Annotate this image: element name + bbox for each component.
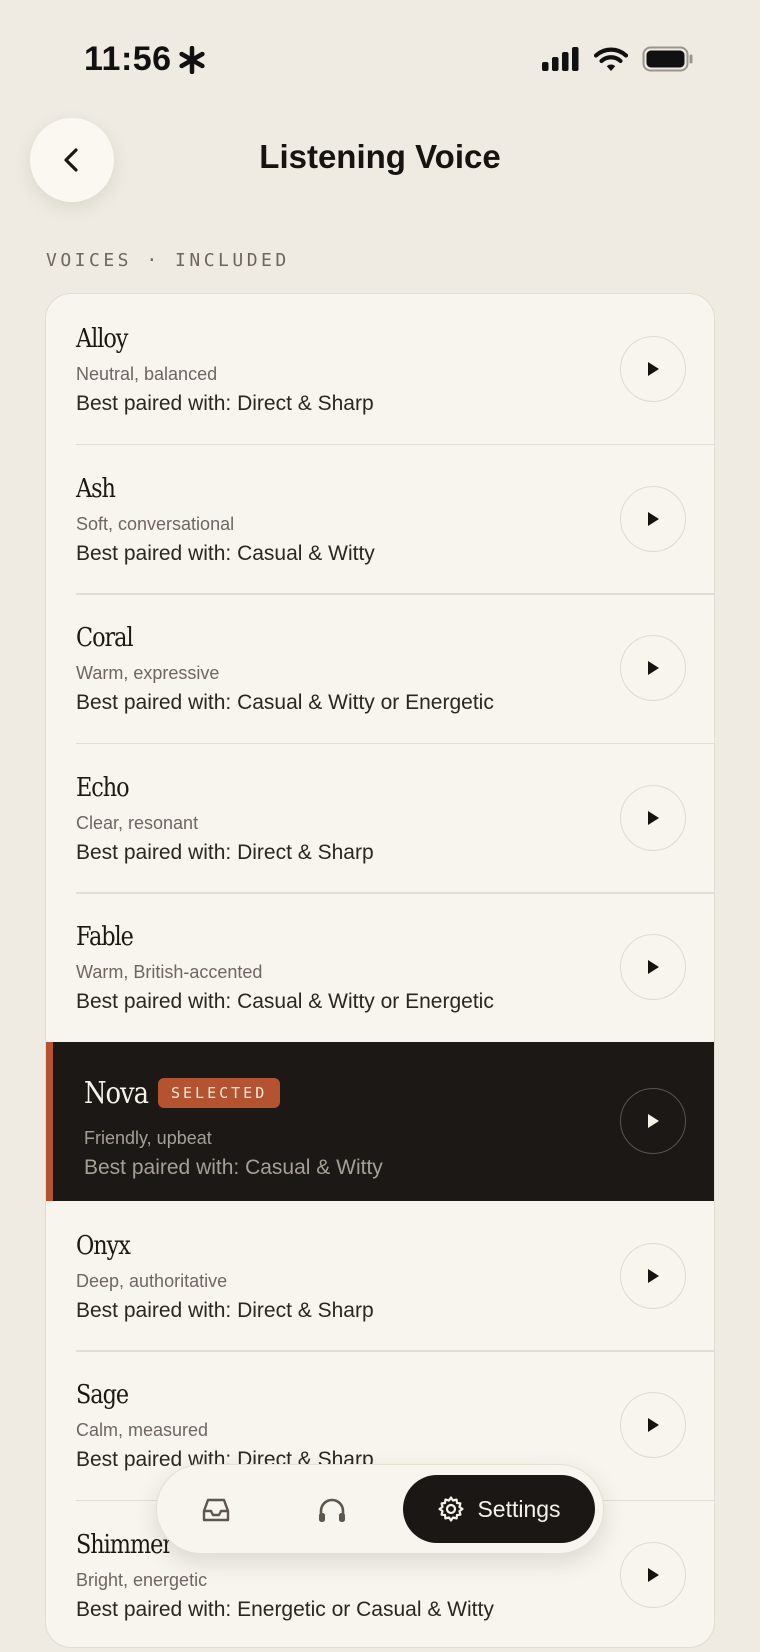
play-preview-button[interactable] <box>620 784 686 851</box>
play-icon <box>648 362 659 376</box>
voice-pairing: Best paired with: Casual & Witty <box>84 1155 383 1179</box>
tab-inbox[interactable] <box>193 1487 239 1533</box>
voice-name: Onyx <box>76 1230 131 1261</box>
play-icon <box>648 1268 659 1283</box>
voice-name: Ash <box>76 473 116 504</box>
voice-pairing: Best paired with: Casual & Witty or Ener… <box>76 691 494 714</box>
voice-row-onyx[interactable]: Onyx Deep, authoritative Best paired wit… <box>46 1201 714 1351</box>
voice-row-ash[interactable]: Ash Soft, conversational Best paired wit… <box>46 443 714 594</box>
voice-row-alloy[interactable]: Alloy Neutral, balanced Best paired with… <box>46 294 714 444</box>
tab-listen[interactable] <box>309 1487 355 1533</box>
status-time-wrap: 11:56 <box>84 40 206 79</box>
voice-pairing: Best paired with: Direct & Sharp <box>76 392 374 415</box>
voice-name: Nova <box>84 1075 149 1111</box>
voice-pairing: Best paired with: Casual & Witty or Ener… <box>76 990 494 1013</box>
status-bar: 11:56 <box>0 0 760 120</box>
voice-description: Soft, conversational <box>76 513 235 534</box>
voice-name: Coral <box>76 623 134 653</box>
voice-description: Deep, authoritative <box>76 1270 228 1291</box>
inbox-icon <box>202 1498 230 1522</box>
status-icons <box>542 46 694 72</box>
tab-settings[interactable]: Settings <box>403 1475 595 1543</box>
voice-description: Clear, resonant <box>76 812 199 833</box>
voice-row-nova[interactable]: Nova SELECTED Friendly, upbeat Best pair… <box>46 1041 714 1201</box>
voice-description: Bright, energetic <box>76 1569 208 1590</box>
play-preview-button[interactable] <box>620 1541 686 1608</box>
selected-accent-bar <box>46 1041 53 1201</box>
wifi-icon <box>594 47 628 71</box>
section-label: VOICES · INCLUDED <box>46 250 290 271</box>
voice-description: Friendly, upbeat <box>84 1127 212 1148</box>
signal-icon <box>542 47 579 71</box>
voice-name: Echo <box>76 772 130 803</box>
play-icon <box>648 960 659 974</box>
voice-description: Warm, British-accented <box>76 962 263 982</box>
play-preview-button[interactable] <box>620 1392 686 1458</box>
voice-pairing: Best paired with: Direct & Sharp <box>76 840 374 864</box>
voice-pairing: Best paired with: Direct & Sharp <box>76 1298 374 1322</box>
voice-name: Sage <box>76 1380 129 1410</box>
voice-row-fable[interactable]: Fable Warm, British-accented Best paired… <box>46 892 714 1042</box>
status-time: 11:56 <box>84 40 172 78</box>
play-icon <box>648 1418 659 1432</box>
selected-badge: SELECTED <box>158 1077 281 1108</box>
headphones-icon <box>319 1498 345 1522</box>
play-preview-button[interactable] <box>620 635 686 701</box>
play-icon <box>648 661 659 675</box>
voice-row-coral[interactable]: Coral Warm, expressive Best paired with:… <box>46 593 714 743</box>
asterisk-icon <box>178 45 205 74</box>
play-preview-button[interactable] <box>620 1087 686 1154</box>
voice-name: Shimmer <box>76 1529 173 1560</box>
page-title: Listening Voice <box>259 138 501 175</box>
play-preview-button[interactable] <box>620 336 686 402</box>
voice-name: Alloy <box>76 324 128 354</box>
play-preview-button[interactable] <box>620 1242 686 1309</box>
play-icon <box>648 1113 659 1128</box>
voice-list: Alloy Neutral, balanced Best paired with… <box>45 293 715 1648</box>
gear-icon <box>438 1496 465 1522</box>
voice-description: Neutral, balanced <box>76 364 218 384</box>
play-preview-button[interactable] <box>620 934 686 1000</box>
bottom-tab-bar: Settings <box>156 1464 604 1554</box>
voice-name: Fable <box>76 922 134 952</box>
voice-pairing: Best paired with: Energetic or Casual & … <box>76 1597 494 1621</box>
play-icon <box>648 810 659 825</box>
settings-label: Settings <box>477 1495 561 1522</box>
play-preview-button[interactable] <box>620 485 686 552</box>
play-icon <box>648 1567 659 1582</box>
battery-icon <box>642 46 693 72</box>
screen: 11:56 Listening Voice VOICES · INCLUDED … <box>0 0 760 1652</box>
voice-description: Calm, measured <box>76 1420 209 1440</box>
play-icon <box>648 511 659 526</box>
voice-row-echo[interactable]: Echo Clear, resonant Best paired with: D… <box>46 742 714 893</box>
voice-pairing: Best paired with: Casual & Witty <box>76 541 375 565</box>
voice-description: Warm, expressive <box>76 663 220 683</box>
